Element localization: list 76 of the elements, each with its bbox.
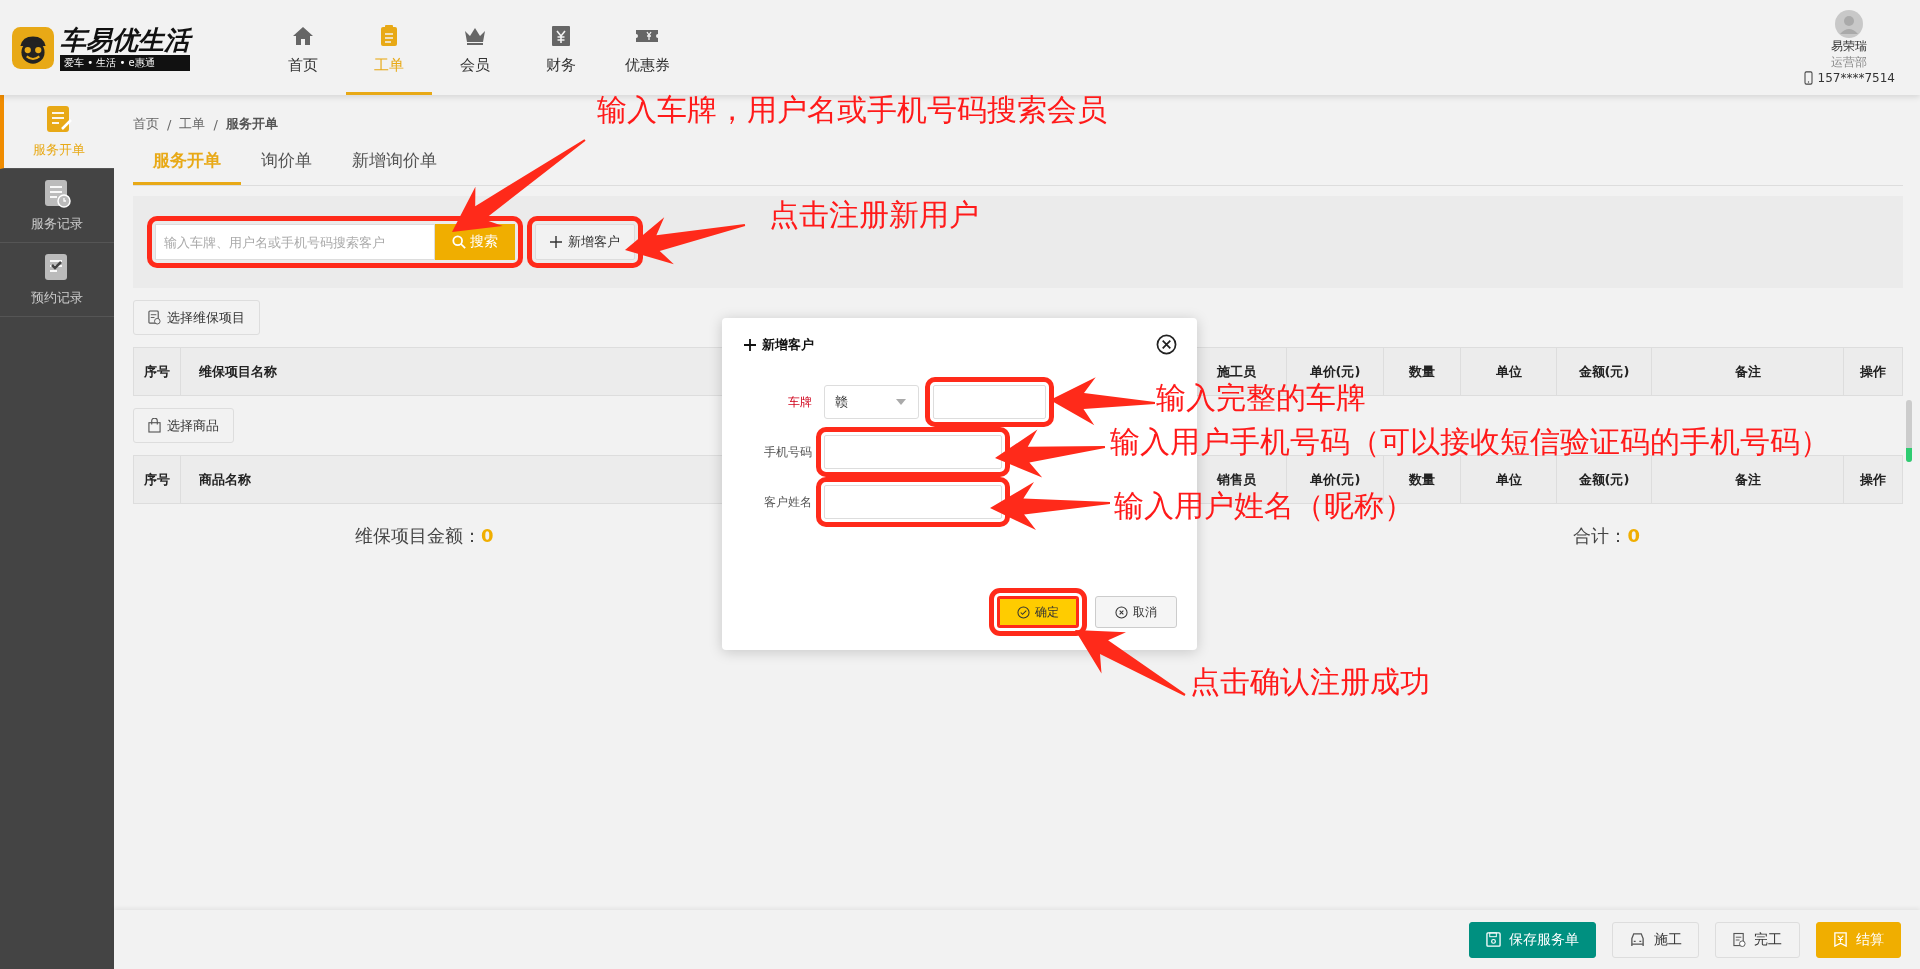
column-header: 数量: [1409, 362, 1435, 381]
nav-tab[interactable]: 会员: [432, 0, 518, 95]
column-header: 备注: [1734, 470, 1761, 489]
province-dropdown[interactable]: 赣: [824, 385, 919, 419]
nav-tab[interactable]: 财务: [518, 0, 604, 95]
total-label: 维保项目金额：: [355, 525, 481, 546]
car-icon: [1629, 932, 1646, 947]
column-header: 单位: [1495, 362, 1522, 381]
column-header: 金额(元): [1578, 470, 1630, 489]
user-phone: 157****7514: [1817, 69, 1895, 86]
phone-icon: [1803, 70, 1813, 85]
action-button[interactable]: 施工: [1612, 921, 1699, 958]
sidebar-item[interactable]: 服务记录: [0, 169, 114, 243]
search-field[interactable]: 输入车牌、用户名或手机号码搜索客户: [155, 224, 435, 260]
column-header: 施工员: [1217, 362, 1256, 381]
breadcrumb-separator: /: [167, 116, 172, 132]
cancel-button[interactable]: 取消: [1095, 596, 1177, 628]
logo-icon: [12, 26, 54, 69]
document-clock-icon: [43, 178, 71, 209]
plus-icon: [550, 236, 562, 248]
caret-icon: [896, 399, 906, 405]
column-header: 单价(元): [1309, 362, 1361, 381]
action-button[interactable]: 完工: [1715, 921, 1800, 958]
column-header: 序号: [144, 362, 170, 381]
column-header: 数量: [1409, 470, 1435, 489]
total-value: 0: [1627, 525, 1640, 546]
logo-tagline: 爱车 • 生活 • e惠通: [60, 54, 190, 71]
total-value: 0: [481, 525, 494, 546]
column-header: 销售员: [1217, 470, 1256, 489]
document-check-icon: [1733, 931, 1746, 948]
annotation-text: 输入完整的车牌: [1156, 380, 1366, 416]
column-header: 维保项目名称: [199, 362, 277, 381]
annotation-text: 点击注册新用户: [769, 197, 979, 233]
dialog-title: 新增客户: [762, 335, 814, 354]
field-label: 车牌: [787, 393, 812, 411]
annotation-text: 输入用户姓名（昵称）: [1114, 488, 1414, 524]
action-button[interactable]: 保存服务单: [1469, 921, 1596, 958]
select-goods-button[interactable]: 选择商品: [133, 408, 234, 443]
tab[interactable]: 新增询价单: [332, 139, 457, 185]
search-icon: [452, 235, 466, 249]
plus-icon: [744, 338, 756, 351]
document-check-icon: [148, 310, 161, 325]
user-name: 易荣瑞: [1831, 37, 1868, 54]
breadcrumb-current: 服务开单: [225, 115, 278, 133]
breadcrumb-link[interactable]: 工单: [179, 115, 206, 133]
column-header: 操作: [1860, 470, 1886, 489]
column-header: 序号: [144, 470, 170, 489]
nav-tab[interactable]: 首页: [260, 0, 346, 95]
select-maintenance-button[interactable]: 选择维保项目: [133, 300, 260, 335]
nav-tab[interactable]: 优惠券: [604, 0, 690, 95]
total-label: 合计：: [1573, 525, 1628, 546]
column-header: 商品名称: [199, 470, 251, 489]
check-circle-icon: [1017, 605, 1030, 619]
tab[interactable]: 询价单: [241, 139, 332, 185]
close-icon[interactable]: [1156, 334, 1177, 355]
field-label: 客户姓名: [763, 493, 812, 511]
sidebar-item[interactable]: 预约记录: [0, 243, 114, 317]
column-header: 金额(元): [1578, 362, 1630, 381]
annotation-text: 输入车牌，用户名或手机号码搜索会员: [597, 92, 1107, 128]
column-header: 单价(元): [1309, 470, 1361, 489]
breadcrumb-link[interactable]: 首页: [133, 115, 159, 133]
column-header: 操作: [1860, 362, 1886, 381]
document-pencil-icon: [45, 104, 73, 135]
column-header: 单位: [1495, 470, 1522, 489]
annotation-text: 输入用户手机号码（可以接收短信验证码的手机号码）: [1110, 424, 1830, 460]
yen-receipt-icon: [1833, 932, 1848, 947]
user-department: 运营部: [1831, 53, 1868, 70]
close-circle-icon: [1115, 605, 1128, 619]
annotation-text: 点击确认注册成功: [1190, 664, 1430, 700]
field-label: 手机号码: [763, 443, 812, 461]
yen-box-icon: [549, 23, 573, 48]
shopping-bag-icon: [148, 418, 161, 433]
scrollbar[interactable]: [1906, 400, 1912, 462]
avatar-icon: [1835, 9, 1864, 38]
breadcrumb-separator: /: [213, 116, 218, 132]
column-header: 备注: [1734, 362, 1761, 381]
